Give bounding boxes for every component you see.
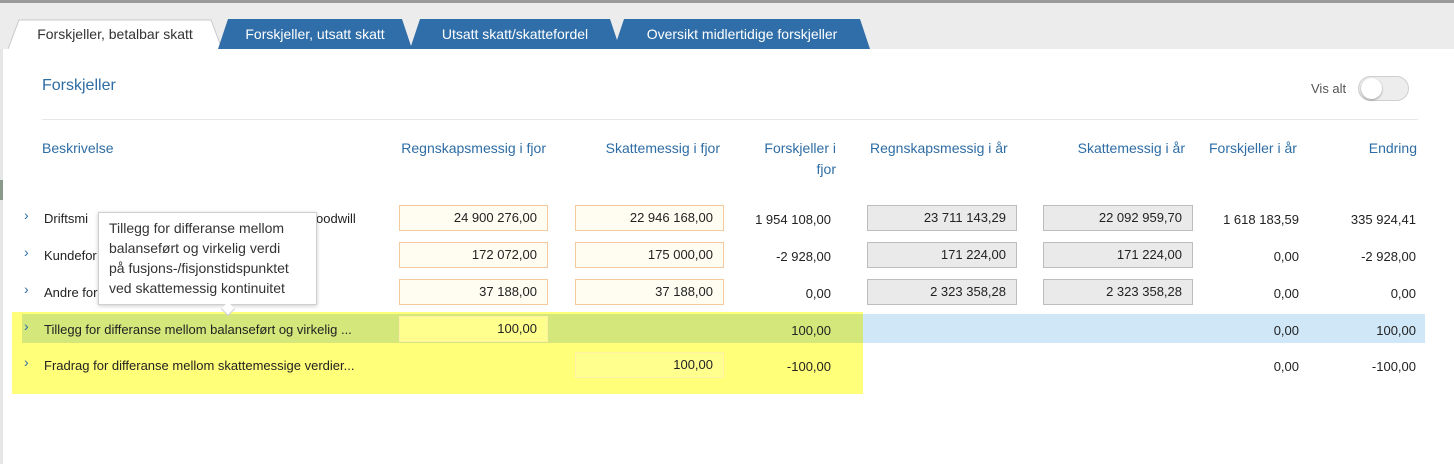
tab-forskjeller-betalbar-skatt[interactable]: Forskjeller, betalbar skatt (8, 19, 222, 49)
value-forskjeller-fjor: 0,00 (805, 286, 831, 301)
col-header-skatt-fjor: Skattemessig i fjor (605, 140, 720, 156)
expand-row-tillegg-chevron-right-icon[interactable]: › (24, 319, 34, 333)
expand-row-kundefordringer-chevron-right-icon[interactable]: › (24, 245, 34, 259)
value-endring: 335 924,41 (1350, 212, 1416, 227)
col-header-forskjeller-fjor-line1: Forskjeller i (764, 140, 836, 156)
value-forskjeller-aar: 0,00 (1273, 286, 1299, 301)
expand-row-fradrag-chevron-right-icon[interactable]: › (24, 355, 34, 369)
header-divider (42, 119, 1418, 120)
tab-label: Forskjeller, utsatt skatt (245, 26, 385, 42)
row-description: Driftsmi (44, 211, 89, 226)
left-marker (0, 180, 3, 200)
readonly-skatt-aar: 171 224,00 (1043, 242, 1193, 268)
tab-utsatt-skatt-skattefordel[interactable]: Utsatt skatt/skattefordel (410, 19, 620, 49)
col-header-forskjeller-aar: Forskjeller i år (1209, 140, 1297, 156)
tab-oversikt-midlertidige-forskjeller[interactable]: Oversikt midlertidige forskjeller (614, 19, 870, 49)
tab-forskjeller-utsatt-skatt[interactable]: Forskjeller, utsatt skatt (218, 19, 412, 49)
col-header-forskjeller-fjor: Forskjeller i fjor (740, 138, 836, 180)
row-description-end: oodwill (316, 211, 356, 226)
readonly-skatt-aar: 22 092 959,70 (1043, 205, 1193, 231)
value-forskjeller-aar: 0,00 (1273, 359, 1299, 374)
readonly-skatt-aar: 2 323 358,28 (1043, 279, 1193, 305)
col-header-regnskap-aar: Regnskapsmessig i år (870, 140, 1008, 156)
vis-alt-label: Vis alt (1311, 81, 1347, 96)
expand-row-andre-fordringer-chevron-right-icon[interactable]: › (24, 282, 34, 296)
tooltip-line: ved skattemessig kontinuitet (109, 280, 285, 296)
expand-row-driftsmidler-chevron-right-icon[interactable]: › (24, 208, 34, 222)
value-endring: 0,00 (1390, 286, 1416, 301)
row-description: Kundefor (44, 248, 97, 263)
col-header-beskrivelse: Beskrivelse (42, 140, 114, 156)
readonly-regnskap-aar: 23 711 143,29 (867, 205, 1017, 231)
value-endring: -100,00 (1371, 359, 1416, 374)
description-tooltip: Tillegg for differanse mellom balansefør… (98, 212, 317, 305)
value-forskjeller-aar: 1 618 183,59 (1223, 212, 1299, 227)
input-skatt-fjor[interactable]: 100,00 (575, 352, 724, 378)
tooltip-line: på fusjons-/fisjonstidspunktet (109, 260, 289, 276)
value-forskjeller-aar: 0,00 (1273, 323, 1299, 338)
tab-label: Forskjeller, betalbar skatt (37, 26, 193, 42)
readonly-regnskap-aar: 2 323 358,28 (867, 279, 1017, 305)
tooltip-line: balanseført og virkelig verdi (109, 240, 281, 256)
tab-label: Utsatt skatt/skattefordel (441, 26, 589, 42)
value-forskjeller-fjor: 1 954 108,00 (755, 212, 831, 227)
row-description: Andre for (44, 285, 98, 300)
tooltip-line: Tillegg for differanse mellom (109, 220, 285, 236)
section-title: Forskjeller (42, 77, 116, 94)
col-header-skatt-aar: Skattemessig i år (1077, 140, 1185, 156)
input-regnskap-fjor[interactable]: 24 900 276,00 (399, 205, 548, 231)
row-description: Fradrag for differanse mellom skattemess… (44, 358, 355, 373)
input-regnskap-fjor[interactable]: 172 072,00 (399, 242, 548, 268)
content-left-border (0, 49, 3, 464)
value-endring: -2 928,00 (1361, 249, 1416, 264)
col-header-endring: Endring (1368, 140, 1417, 156)
row-description: Tillegg for differanse mellom balansefør… (44, 322, 352, 337)
input-skatt-fjor[interactable]: 175 000,00 (575, 242, 724, 268)
vis-alt-toggle[interactable] (1358, 76, 1409, 101)
input-regnskap-fjor[interactable]: 100,00 (399, 316, 548, 342)
value-forskjeller-fjor: -2 928,00 (776, 249, 831, 264)
col-header-regnskap-fjor: Regnskapsmessig i fjor (401, 140, 546, 156)
value-forskjeller-aar: 0,00 (1273, 249, 1299, 264)
readonly-regnskap-aar: 171 224,00 (867, 242, 1017, 268)
value-endring: 100,00 (1376, 323, 1416, 338)
col-header-forskjeller-fjor-line2: fjor (816, 161, 836, 177)
input-regnskap-fjor[interactable]: 37 188,00 (399, 279, 548, 305)
value-forskjeller-fjor: 100,00 (791, 323, 831, 338)
tab-label: Oversikt midlertidige forskjeller (646, 26, 838, 42)
toggle-knob (1361, 78, 1382, 99)
value-forskjeller-fjor: -100,00 (786, 359, 831, 374)
input-skatt-fjor[interactable]: 37 188,00 (575, 279, 724, 305)
input-skatt-fjor[interactable]: 22 946 168,00 (575, 205, 724, 231)
